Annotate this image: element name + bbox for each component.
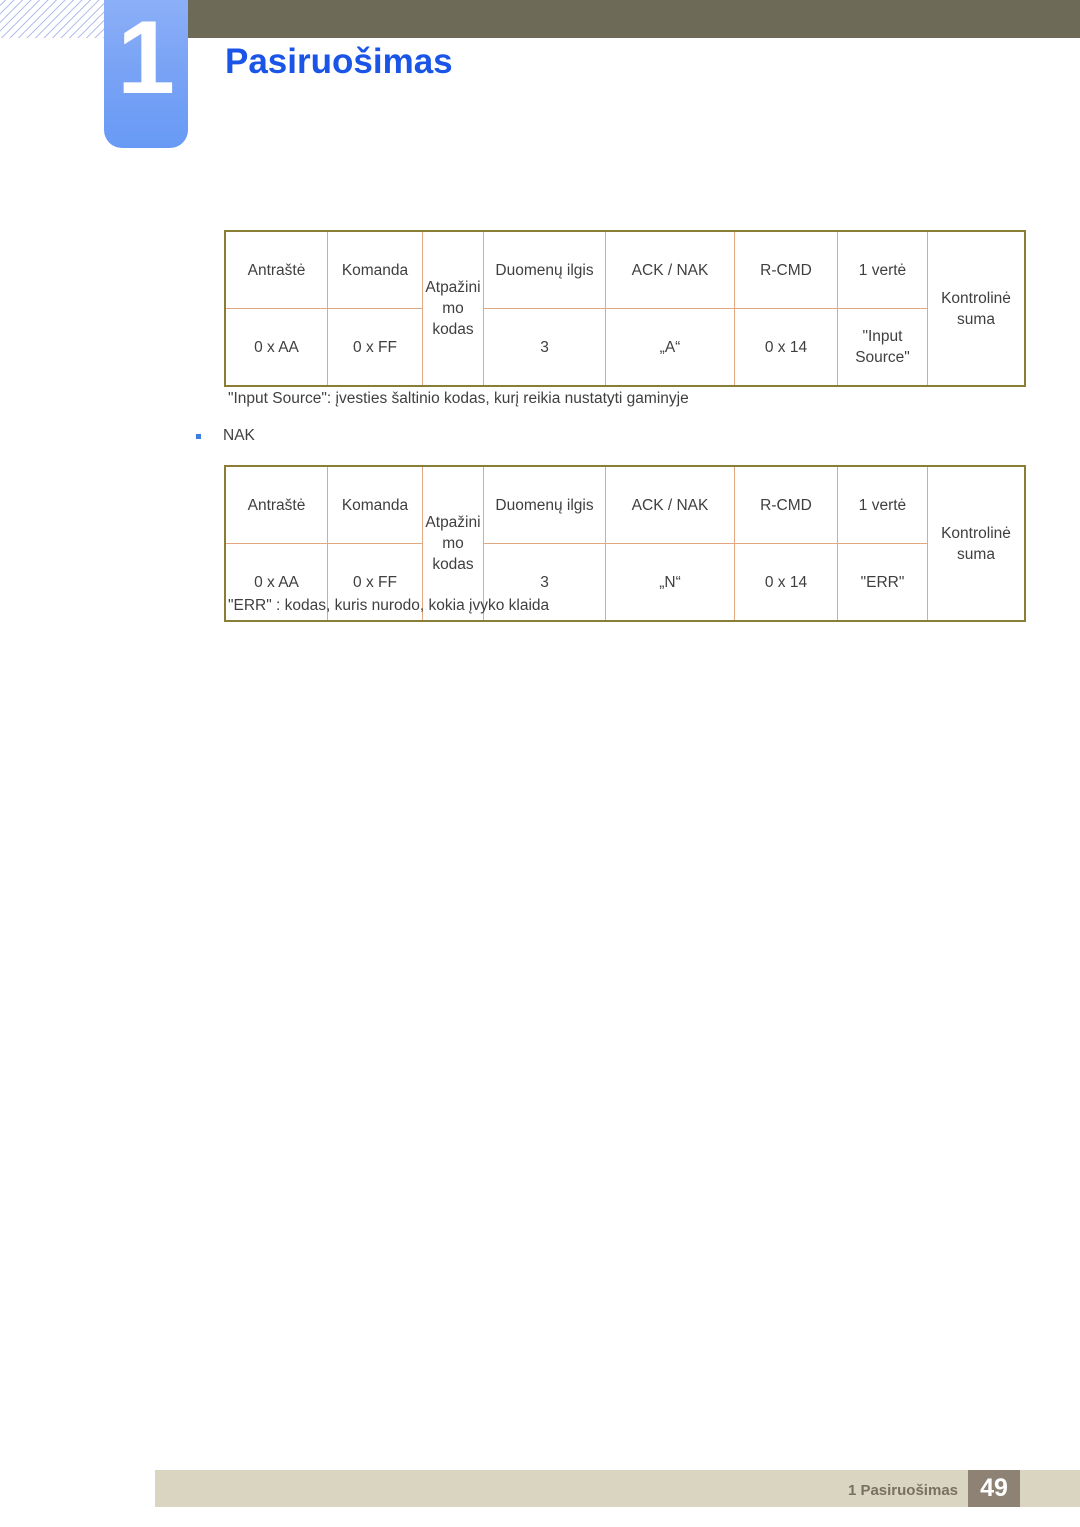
table-value-r-cmd: 0 x 14 — [734, 308, 838, 387]
chapter-header-bar — [188, 0, 1080, 38]
table-header-antraste: Antraštė — [224, 465, 328, 544]
table-header-ack-nak: ACK / NAK — [605, 230, 735, 309]
table-header-1-verte: 1 vertė — [837, 230, 928, 309]
table-cell-kontroline-suma: Kontrolinė suma — [927, 465, 1026, 622]
table-header-antraste: Antraštė — [224, 230, 328, 309]
table-row: 0 x AA 0 x FF 3 „A“ 0 x 14 "Input Source… — [224, 308, 1025, 387]
ack-protocol-table: Antraštė Komanda Atpažinimo kodas Duomen… — [224, 230, 1026, 387]
table-header-r-cmd: R-CMD — [734, 465, 838, 544]
table-value-1-verte: "Input Source" — [837, 308, 928, 387]
table-row: Antraštė Komanda Atpažinimo kodas Duomen… — [224, 230, 1026, 387]
table-row: Antraštė Komanda Atpažinimo kodas Duomen… — [224, 465, 1026, 622]
table-header-ack-nak: ACK / NAK — [605, 465, 735, 544]
chapter-number: 1 — [117, 0, 175, 116]
chapter-number-tab: 1 — [104, 0, 188, 148]
note-input-source: "Input Source": įvesties šaltinio kodas,… — [228, 390, 689, 407]
table-cell-atpazinimo-kodas: Atpažinimo kodas — [422, 230, 484, 387]
bullet-square-icon — [196, 433, 201, 439]
note-err: "ERR" : kodas, kuris nurodo, kokia įvyko… — [228, 597, 550, 614]
footer-page-number: 49 — [968, 1470, 1020, 1507]
table-header-r-cmd: R-CMD — [734, 230, 838, 309]
table-header-komanda: Komanda — [327, 230, 423, 309]
table-value-r-cmd: 0 x 14 — [734, 543, 838, 622]
table-value-ack-nak: „A“ — [605, 308, 735, 387]
table-header-komanda: Komanda — [327, 465, 423, 544]
table-value-ack-nak: „N“ — [605, 543, 735, 622]
bullet-item-label: NAK — [223, 427, 255, 444]
table-value-komanda: 0 x FF — [327, 308, 423, 387]
decorative-hatch-pattern — [0, 0, 104, 38]
table-header-1-verte: 1 vertė — [837, 465, 928, 544]
table-value-1-verte: "ERR" — [837, 543, 928, 622]
table-value-duomenu-ilgis: 3 — [483, 308, 606, 387]
table-value-antraste: 0 x AA — [224, 308, 328, 387]
page-title: Pasiruošimas — [225, 42, 453, 81]
table-cell-kontroline-suma: Kontrolinė suma — [927, 230, 1026, 387]
table-header-duomenu-ilgis: Duomenų ilgis — [483, 465, 606, 544]
table-header-duomenu-ilgis: Duomenų ilgis — [483, 230, 606, 309]
footer-chapter-label: 1 Pasiruošimas — [847, 1482, 958, 1499]
bullet-item-nak: NAK — [196, 425, 255, 447]
